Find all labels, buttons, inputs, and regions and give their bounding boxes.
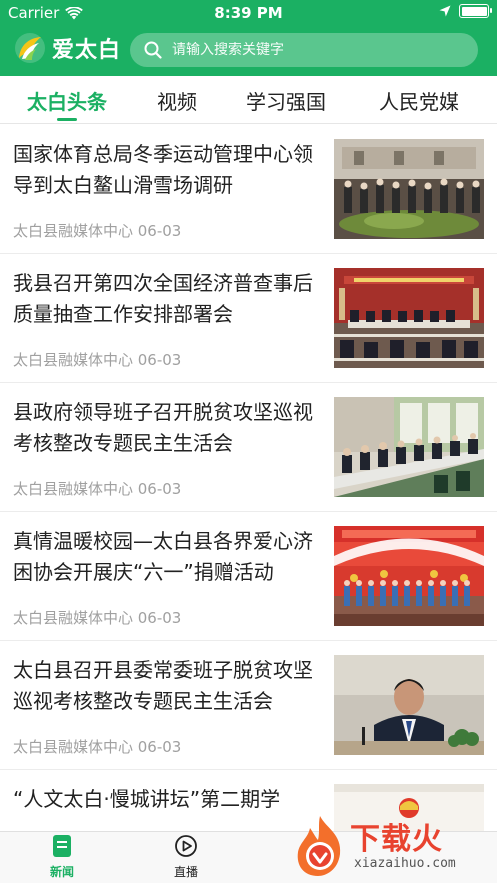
watermark-text: 下载火	[350, 822, 443, 857]
search-icon	[144, 41, 162, 59]
watermark: 下载火 xiazaihuo.com	[290, 812, 497, 883]
news-item[interactable]: 我县召开第四次全国经济普查事后质量抽查工作安排部署会 太白县融媒体中心 06-0…	[0, 254, 497, 383]
news-thumbnail	[334, 139, 484, 239]
leaf-logo-icon	[15, 33, 45, 63]
news-thumbnail	[334, 397, 484, 497]
nav-live-label: 直播	[173, 865, 198, 879]
news-item[interactable]: 国家体育总局冬季运动管理中心领导到太白鳌山滑雪场调研 太白县融媒体中心 06-0…	[0, 125, 497, 254]
news-title: 县政府领导班子召开脱贫攻坚巡视考核整改专题民主生活会	[13, 400, 313, 455]
news-meta: 太白县融媒体中心 06-03	[13, 480, 182, 498]
fire-logo-icon	[297, 816, 341, 876]
app-bar: 爱太白	[0, 30, 497, 72]
category-tabs: 太白头条 视频 学习强国 人民党媒	[0, 76, 497, 124]
nav-news-label: 新闻	[49, 865, 74, 879]
news-title: 我县召开第四次全国经济普查事后质量抽查工作安排部署会	[13, 271, 313, 326]
news-list: 国家体育总局冬季运动管理中心领导到太白鳌山滑雪场调研 太白县融媒体中心 06-0…	[0, 125, 497, 831]
tab-taibai-headlines[interactable]: 太白头条	[24, 86, 110, 115]
app-logo: 爱太白	[14, 32, 121, 64]
news-thumbnail	[334, 655, 484, 755]
status-bar: Carrier 8:39 PM	[0, 0, 497, 26]
top-header: Carrier 8:39 PM 爱太白	[0, 0, 497, 76]
news-meta: 太白县融媒体中心 06-03	[13, 609, 182, 627]
news-thumbnail	[334, 268, 484, 368]
tab-peoples-party-media[interactable]: 人民党媒	[374, 86, 464, 115]
location-arrow-icon	[439, 5, 451, 17]
watermark-url: xiazaihuo.com	[354, 856, 456, 871]
battery-icon	[459, 4, 492, 18]
news-icon	[53, 835, 71, 857]
clock: 8:39 PM	[214, 4, 283, 22]
news-title: 真情温暖校园—太白县各界爱心济困协会开展庆“六一”捐赠活动	[13, 529, 313, 584]
news-meta: 太白县融媒体中心 06-03	[13, 351, 182, 369]
news-title: “人文太白·慢城讲坛”第二期学	[13, 787, 281, 811]
news-meta: 太白县融媒体中心 06-03	[13, 222, 182, 240]
news-item[interactable]: 真情温暖校园—太白县各界爱心济困协会开展庆“六一”捐赠活动 太白县融媒体中心 0…	[0, 512, 497, 641]
search-bar[interactable]	[130, 33, 478, 67]
play-circle-icon	[175, 835, 197, 857]
tab-xuexi-qiangguo[interactable]: 学习强国	[242, 86, 330, 115]
search-input[interactable]	[172, 42, 462, 58]
news-item[interactable]: 太白县召开县委常委班子脱贫攻坚巡视考核整改专题民主生活会 太白县融媒体中心 06…	[0, 641, 497, 770]
news-item[interactable]: 县政府领导班子召开脱贫攻坚巡视考核整改专题民主生活会 太白县融媒体中心 06-0…	[0, 383, 497, 512]
nav-news[interactable]: 新闻	[22, 834, 102, 880]
nav-live[interactable]: 直播	[146, 834, 226, 880]
tab-video[interactable]: 视频	[150, 86, 204, 115]
active-tab-indicator	[57, 118, 77, 121]
news-title: 国家体育总局冬季运动管理中心领导到太白鳌山滑雪场调研	[13, 142, 313, 197]
app-name: 爱太白	[52, 37, 122, 63]
news-title: 太白县召开县委常委班子脱贫攻坚巡视考核整改专题民主生活会	[13, 658, 313, 713]
news-meta: 太白县融媒体中心 06-03	[13, 738, 182, 756]
news-thumbnail	[334, 526, 484, 626]
